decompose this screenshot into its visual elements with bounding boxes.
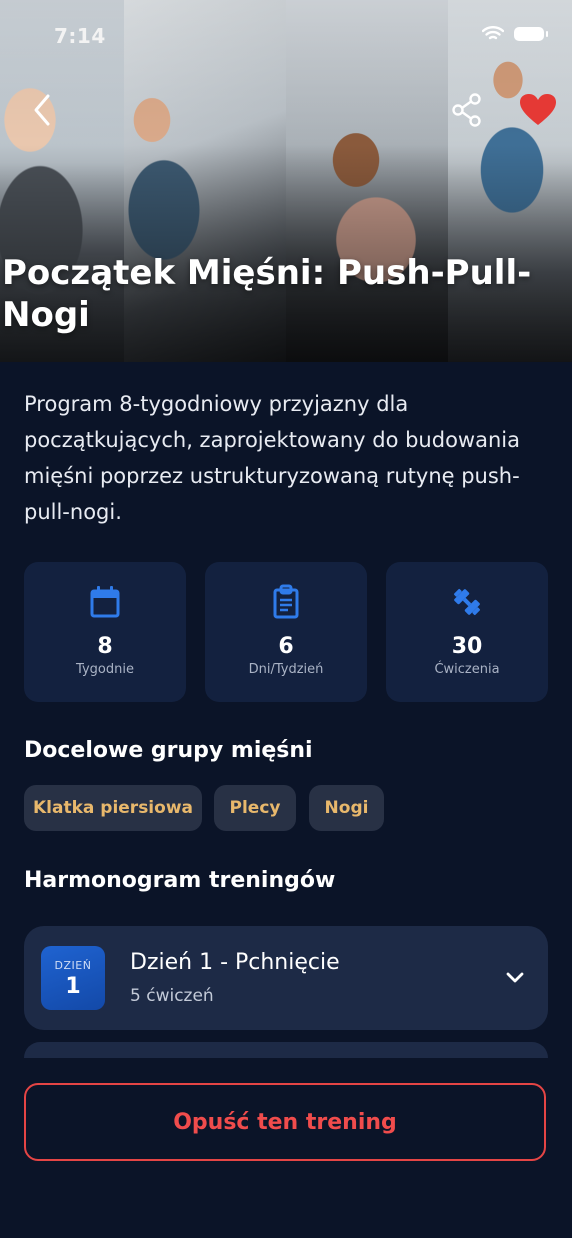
stat-label: Ćwiczenia <box>434 662 500 677</box>
chevron-down-icon[interactable] <box>504 966 526 988</box>
status-time: 7:14 <box>54 24 106 48</box>
muscle-chip-legs[interactable]: Nogi <box>309 785 384 831</box>
dumbbell-icon <box>453 588 481 616</box>
status-icons <box>482 26 548 42</box>
stat-card-exercises: 30 Ćwiczenia <box>386 562 548 702</box>
clipboard-icon <box>273 584 299 619</box>
stat-value: 30 <box>451 634 483 659</box>
day-exercise-count: 5 ćwiczeń <box>130 986 214 1006</box>
back-button[interactable] <box>28 92 60 128</box>
share-icon <box>452 93 481 127</box>
stat-value: 8 <box>97 634 113 659</box>
chevron-left-icon <box>34 94 50 126</box>
stat-card-weeks: 8 Tygodnie <box>24 562 186 702</box>
wifi-icon <box>482 26 504 40</box>
leave-workout-button[interactable]: Opuść ten trening <box>24 1083 546 1161</box>
favorite-button[interactable] <box>518 92 558 128</box>
battery-icon <box>514 27 548 41</box>
heart-icon <box>520 94 556 125</box>
stat-value: 6 <box>278 634 294 659</box>
page-title: Początek Mięśni: Push-Pull-Nogi <box>2 253 532 335</box>
stat-label: Dni/Tydzień <box>248 662 324 677</box>
day-title: Dzień 1 - Pchnięcie <box>130 950 340 975</box>
calendar-icon <box>90 586 120 618</box>
share-button[interactable] <box>450 92 484 128</box>
program-description: Program 8-tygodniowy przyjazny dla począ… <box>24 392 520 524</box>
stat-label: Tygodnie <box>76 662 134 677</box>
schedule-title: Harmonogram treningów <box>24 868 336 893</box>
day-badge-number: 1 <box>65 974 81 999</box>
muscle-chip-chest[interactable]: Klatka piersiowa <box>24 785 202 831</box>
muscle-chip-back[interactable]: Plecy <box>214 785 296 831</box>
stat-card-days: 6 Dni/Tydzień <box>205 562 367 702</box>
day-card-next-partial[interactable] <box>24 1042 548 1058</box>
day-badge: DZIEŃ 1 <box>41 946 105 1010</box>
day-badge-label: DZIEŃ <box>54 959 92 972</box>
day-card[interactable]: DZIEŃ 1 Dzień 1 - Pchnięcie 5 ćwiczeń <box>24 926 548 1030</box>
muscle-groups-title: Docelowe grupy mięśni <box>24 738 313 763</box>
